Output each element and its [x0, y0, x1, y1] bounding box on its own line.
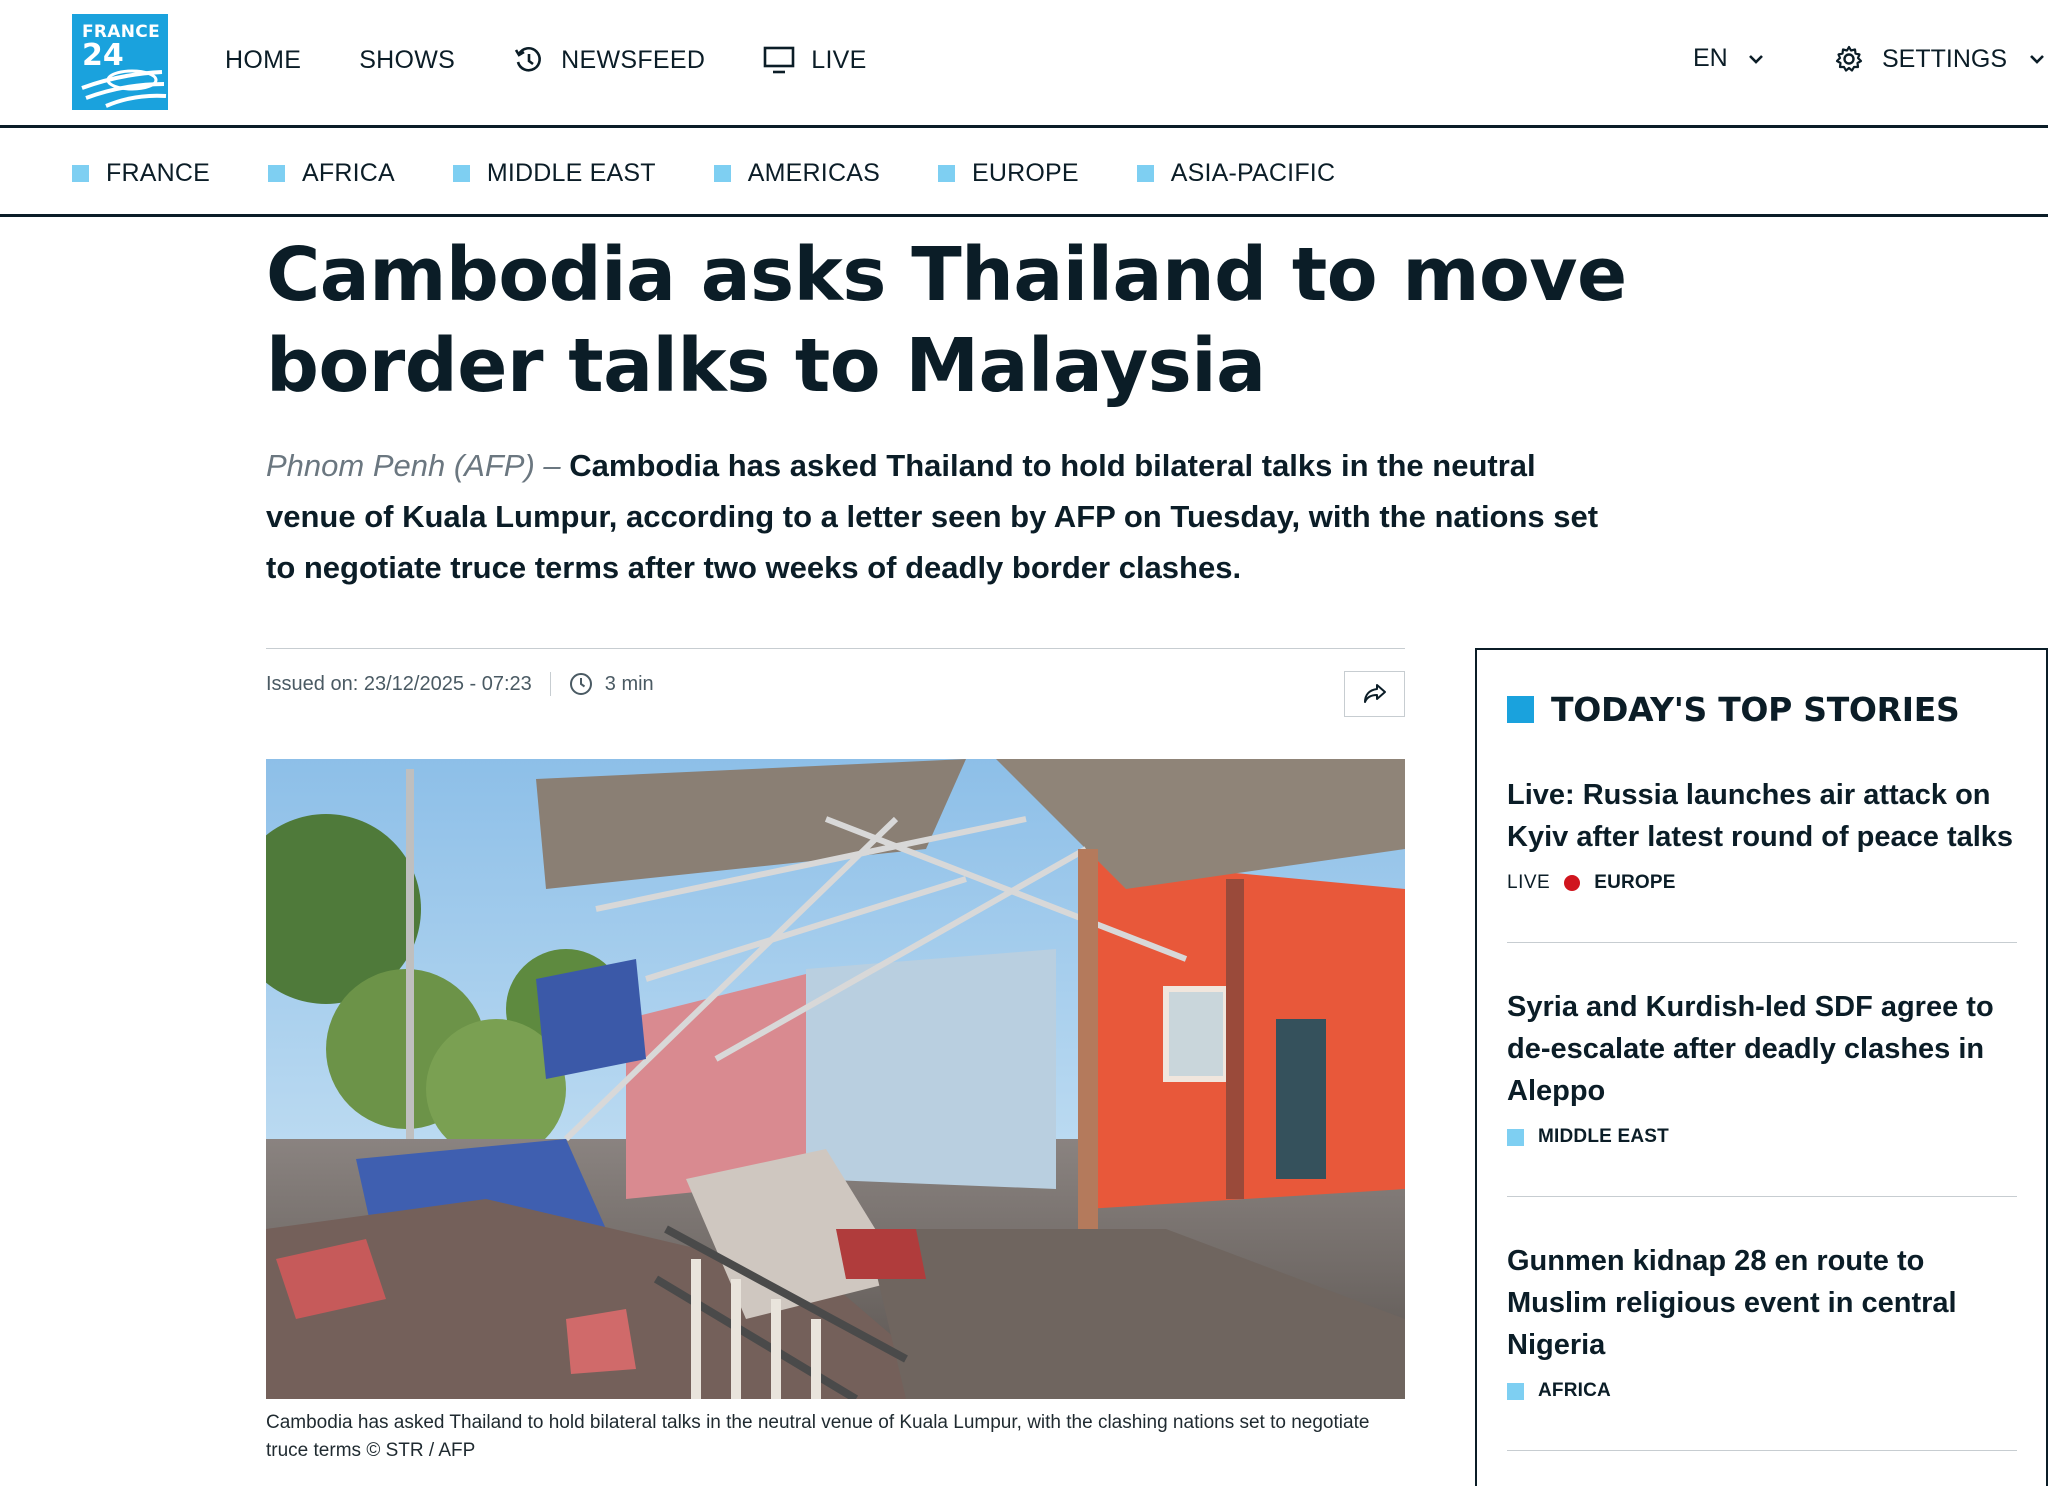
region-americas[interactable]: AMERICAS [713, 159, 880, 188]
live-label: LIVE [1507, 872, 1551, 893]
story-divider [1507, 1196, 2017, 1197]
article-headline: Cambodia asks Thailand to move border ta… [266, 232, 1627, 409]
region-label: EUROPE [971, 159, 1079, 187]
story-tag[interactable]: EUROPE [1594, 872, 1675, 894]
story-tags: MIDDLE EAST [1507, 1126, 2017, 1148]
story-title[interactable]: Syria and Kurdish-led SDF agree to de-es… [1507, 986, 2017, 1112]
sidebar-title: TODAY'S TOP STORIES [1551, 690, 1960, 729]
story-item[interactable]: Live: Russia launches air attack on Kyiv… [1507, 774, 2017, 894]
region-label: AMERICAS [747, 159, 880, 187]
meta-divider [266, 648, 1405, 649]
live-dot-icon [1564, 875, 1581, 891]
region-square-icon [72, 165, 89, 182]
nav-home-label: HOME [225, 45, 302, 74]
nav-newsfeed[interactable]: NEWSFEED [513, 44, 705, 76]
destroyed-house-image [266, 759, 1405, 1399]
photo-credit: © STR / AFP [366, 1440, 476, 1461]
top-stories-sidebar: TODAY'S TOP STORIES Live: Russia launche… [1475, 648, 2048, 1486]
story-item[interactable]: Gunmen kidnap 28 en route to Muslim reli… [1507, 1240, 2017, 1402]
chevron-down-icon [1748, 53, 1764, 65]
history-icon [513, 44, 545, 76]
region-france[interactable]: FRANCE [72, 159, 210, 188]
region-square-icon [937, 165, 955, 182]
story-title[interactable]: Live: Russia launches air attack on Kyiv… [1507, 774, 2017, 858]
region-square-icon [452, 165, 470, 182]
share-icon [1362, 682, 1388, 707]
france24-logo[interactable]: FRANCE 24 [72, 14, 168, 110]
region-list: FRANCE AFRICA MIDDLE EAST AMERICAS EUROP… [72, 159, 1393, 188]
share-button[interactable] [1344, 671, 1405, 717]
article-meta: Issued on: 23/12/2025 - 07:23 3 min [266, 672, 654, 696]
nav-home[interactable]: HOME [225, 46, 301, 75]
region-middle-east[interactable]: MIDDLE EAST [452, 159, 656, 188]
region-square-icon [267, 165, 285, 182]
monitor-icon [763, 46, 795, 74]
region-nav: FRANCE AFRICA MIDDLE EAST AMERICAS EUROP… [0, 131, 2048, 217]
story-title[interactable]: Gunmen kidnap 28 en route to Muslim reli… [1507, 1240, 2017, 1366]
read-time: 3 min [604, 672, 654, 695]
tag-square-icon [1507, 1382, 1524, 1400]
story-tag[interactable]: AFRICA [1538, 1380, 1611, 1402]
article-dateline: Phnom Penh (AFP) – [266, 448, 561, 483]
clock-icon [569, 672, 593, 696]
logo-text-24: 24 [82, 38, 124, 73]
language-selector[interactable]: EN [1693, 44, 1764, 73]
story-divider [1507, 942, 2017, 943]
settings-menu[interactable]: SETTINGS [1834, 44, 2045, 74]
top-header: FRANCE 24 HOME SHOWS NEWSFEED LIVE EN SE… [0, 0, 2048, 128]
photo-caption: Cambodia has asked Thailand to hold bila… [266, 1409, 1405, 1465]
settings-label: SETTINGS [1882, 44, 2008, 73]
region-africa[interactable]: AFRICA [267, 159, 395, 188]
region-europe[interactable]: EUROPE [937, 159, 1079, 188]
region-label: AFRICA [301, 159, 395, 187]
nav-shows-label: SHOWS [359, 45, 456, 74]
nav-shows[interactable]: SHOWS [359, 46, 455, 75]
region-asia-pacific[interactable]: ASIA-PACIFIC [1136, 159, 1336, 188]
language-label: EN [1693, 44, 1728, 72]
region-label: MIDDLE EAST [486, 159, 656, 187]
region-label: FRANCE [106, 159, 210, 187]
story-tags: LIVE EUROPE [1507, 872, 2017, 894]
section-square-icon [1507, 696, 1534, 723]
region-square-icon [1136, 165, 1154, 182]
story-tag[interactable]: MIDDLE EAST [1538, 1126, 1669, 1148]
article-photo [266, 759, 1405, 1399]
nav-live[interactable]: LIVE [763, 46, 866, 75]
region-label: ASIA-PACIFIC [1170, 159, 1336, 187]
main-nav: HOME SHOWS NEWSFEED LIVE [225, 44, 925, 76]
chevron-down-icon [2029, 53, 2045, 65]
gear-icon [1834, 44, 1864, 74]
story-tags: AFRICA [1507, 1380, 2017, 1402]
article-lede: Phnom Penh (AFP) – Cambodia has asked Th… [266, 440, 1606, 593]
sidebar-header: TODAY'S TOP STORIES [1507, 690, 1960, 729]
story-divider [1507, 1450, 2017, 1451]
meta-separator [549, 672, 551, 696]
region-square-icon [713, 165, 731, 182]
issued-date: Issued on: 23/12/2025 - 07:23 [266, 672, 532, 695]
nav-live-label: LIVE [811, 45, 867, 74]
nav-newsfeed-label: NEWSFEED [561, 45, 706, 74]
story-item[interactable]: Syria and Kurdish-led SDF agree to de-es… [1507, 986, 2017, 1148]
tag-square-icon [1507, 1128, 1524, 1146]
